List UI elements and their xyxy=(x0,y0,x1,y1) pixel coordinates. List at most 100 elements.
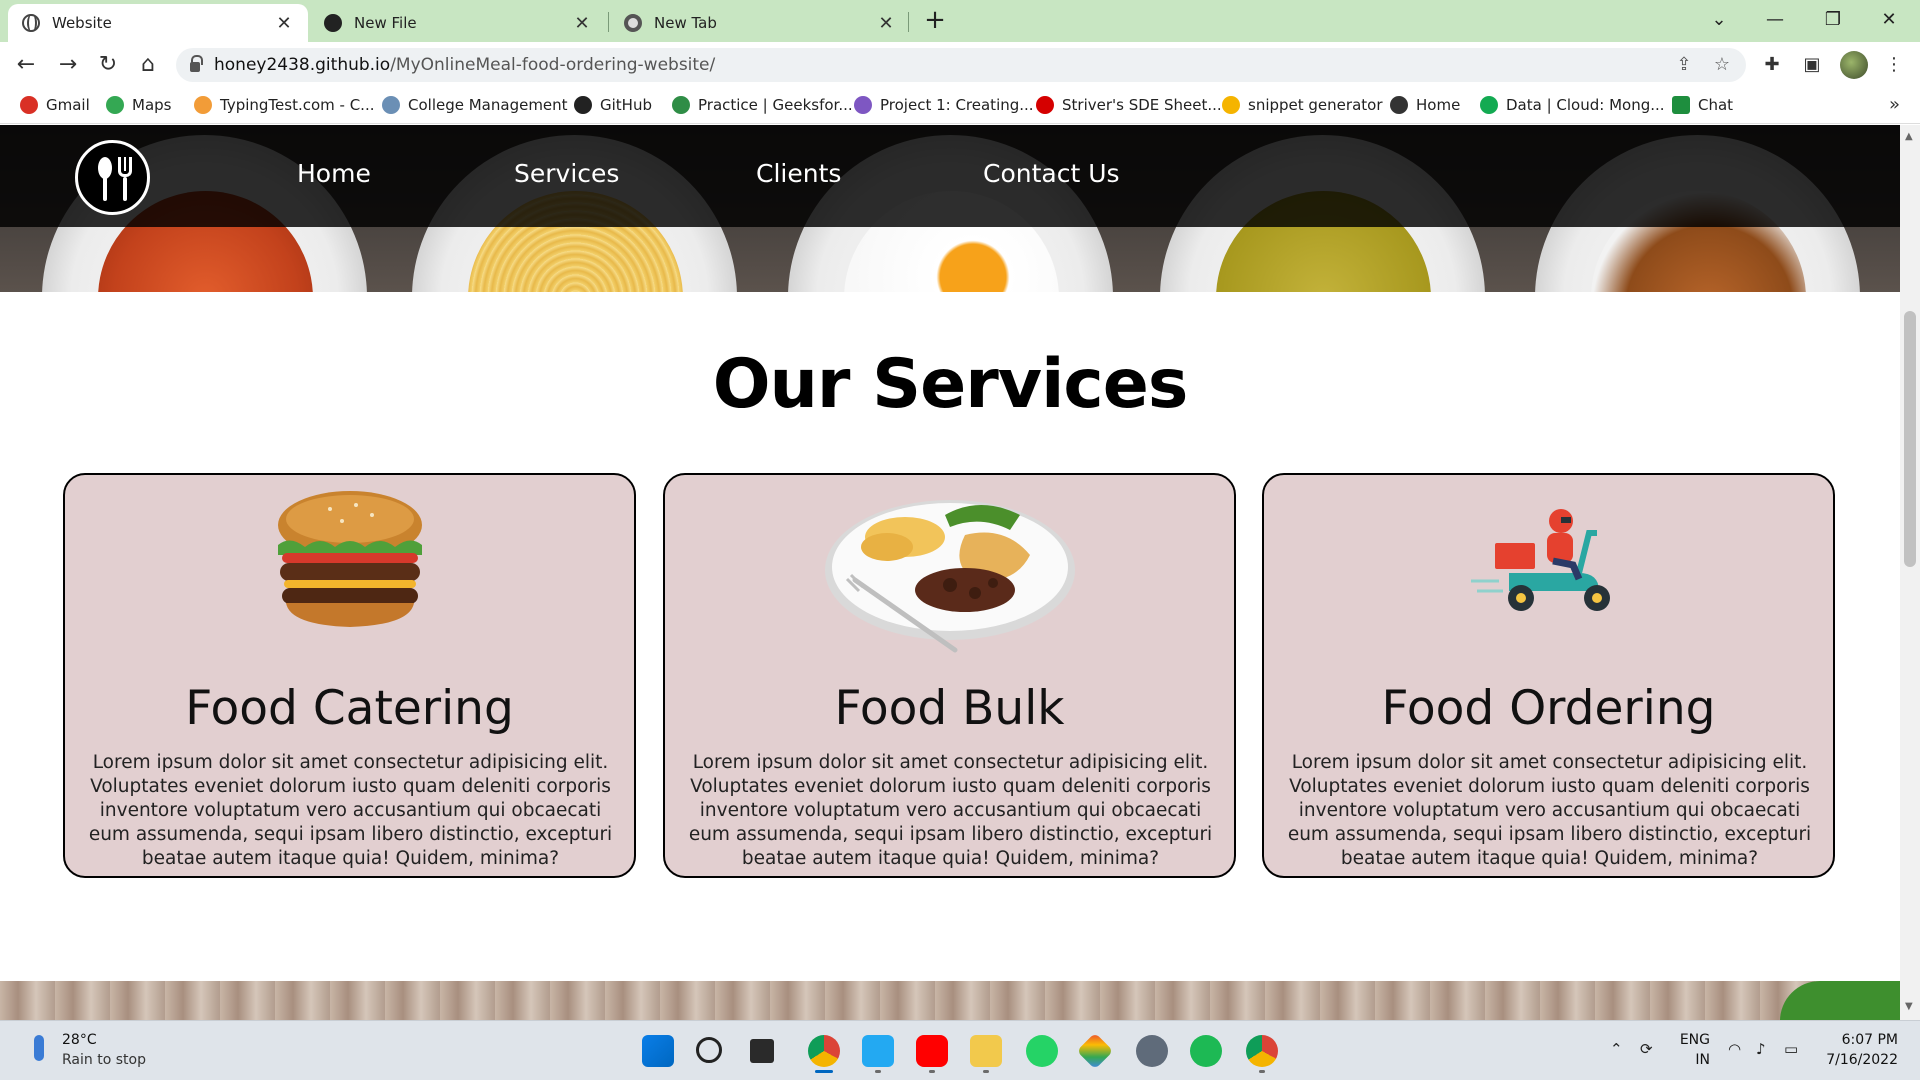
tab-label: New File xyxy=(354,14,417,32)
forward-arrow-icon[interactable]: → xyxy=(52,50,84,82)
bookmark-home[interactable]: Home xyxy=(1390,96,1460,114)
card-description: Lorem ipsum dolor sit amet consectetur a… xyxy=(88,752,613,869)
nav-link-clients[interactable]: Clients xyxy=(756,159,841,188)
whatsapp-icon[interactable] xyxy=(1026,1035,1058,1067)
globe-icon xyxy=(22,14,40,32)
bookmark-github[interactable]: GitHub xyxy=(574,96,652,114)
file-explorer-icon[interactable] xyxy=(970,1035,1002,1067)
tab-website[interactable]: Website ✕ xyxy=(8,4,308,42)
language-indicator[interactable]: ENG xyxy=(1676,1032,1710,1048)
menu-kebab-icon[interactable]: ⋮ xyxy=(1879,50,1909,80)
battery-icon[interactable]: ▭ xyxy=(1784,1040,1798,1058)
card-description: Lorem ipsum dolor sit amet consectetur a… xyxy=(688,752,1213,869)
task-view-icon[interactable] xyxy=(750,1039,774,1063)
bookmark-label: GitHub xyxy=(600,96,652,114)
wifi-icon[interactable]: ◠ xyxy=(1728,1040,1741,1058)
project-icon xyxy=(854,96,872,114)
bookmark-geeksforgeeks[interactable]: Practice | Geeksfor... xyxy=(672,96,853,114)
more-bookmarks-icon[interactable]: » xyxy=(1889,94,1900,115)
spoon-handle xyxy=(103,177,107,201)
nav-link-home[interactable]: Home xyxy=(297,159,371,188)
fork-icon xyxy=(118,157,132,177)
restore-button[interactable]: ❐ xyxy=(1810,4,1856,36)
card-title: Food Catering xyxy=(185,681,514,736)
new-tab-button[interactable]: + xyxy=(920,6,950,36)
language-line2: IN xyxy=(1695,1052,1710,1068)
weather-description[interactable]: Rain to stop xyxy=(62,1052,146,1068)
share-icon[interactable]: ⇪ xyxy=(1672,54,1696,78)
bookmark-snippet-generator[interactable]: snippet generator xyxy=(1222,96,1382,114)
bookmark-project[interactable]: Project 1: Creating... xyxy=(854,96,1034,114)
spotify-icon[interactable] xyxy=(1190,1035,1222,1067)
vscode-icon[interactable] xyxy=(862,1035,894,1067)
clock-date[interactable]: 7/16/2022 xyxy=(1810,1052,1898,1068)
github-icon xyxy=(324,14,342,32)
browser-toolbar: ← → ↻ ⌂ honey2438.github.io/MyOnlineMeal… xyxy=(0,42,1920,88)
mongodb-icon xyxy=(1480,96,1498,114)
nav-link-contact-us[interactable]: Contact Us xyxy=(983,159,1120,188)
windows-start-icon[interactable] xyxy=(642,1035,674,1067)
git-icon[interactable] xyxy=(1076,1032,1114,1070)
gmail-icon xyxy=(20,96,38,114)
bookmark-typingtest[interactable]: TypingTest.com - C... xyxy=(194,96,375,114)
scroll-up-arrow-icon[interactable]: ▲ xyxy=(1905,131,1913,142)
side-panel-icon[interactable]: ▣ xyxy=(1797,50,1827,80)
typingtest-icon xyxy=(194,96,212,114)
close-window-button[interactable]: ✕ xyxy=(1866,4,1912,36)
nav-link-services[interactable]: Services xyxy=(514,159,619,188)
site-navbar: Home Services Clients Contact Us xyxy=(0,125,1900,227)
chrome-icon[interactable] xyxy=(808,1035,840,1067)
url-text[interactable]: honey2438.github.io/MyOnlineMeal-food-or… xyxy=(214,55,715,75)
spoon-icon xyxy=(98,157,112,179)
extensions-icon[interactable]: ✚ xyxy=(1757,50,1787,80)
maps-icon xyxy=(106,96,124,114)
language-region[interactable]: IN xyxy=(1676,1052,1710,1068)
bookmark-mongodb[interactable]: Data | Cloud: Mong... xyxy=(1480,96,1665,114)
clock-time[interactable]: 6:07 PM xyxy=(1810,1032,1898,1048)
close-icon[interactable]: ✕ xyxy=(274,13,294,34)
reload-icon[interactable]: ↻ xyxy=(92,50,124,82)
tab-new-tab[interactable]: New Tab ✕ xyxy=(610,4,910,42)
scroll-thumb[interactable] xyxy=(1904,311,1916,567)
show-hidden-icons-chevron-icon[interactable]: ⌃ xyxy=(1610,1040,1623,1058)
home-icon[interactable]: ⌂ xyxy=(132,50,164,82)
close-icon[interactable]: ✕ xyxy=(876,13,896,34)
service-card-food-bulk: Food Bulk Lorem ipsum dolor sit amet con… xyxy=(663,473,1236,878)
scroll-down-arrow-icon[interactable]: ▼ xyxy=(1905,1001,1913,1012)
profile-avatar[interactable] xyxy=(1840,51,1868,79)
geeksforgeeks-icon xyxy=(672,96,690,114)
bookmark-chat[interactable]: Chat xyxy=(1672,96,1733,114)
tab-label: New Tab xyxy=(654,14,717,32)
settings-icon[interactable] xyxy=(1136,1035,1168,1067)
bookmark-maps[interactable]: Maps xyxy=(106,96,171,114)
lock-icon[interactable] xyxy=(190,55,203,72)
bookmark-college-management[interactable]: College Management xyxy=(382,96,568,114)
delivery-scooter-icon xyxy=(1469,503,1629,627)
search-icon[interactable] xyxy=(696,1037,722,1063)
address-bar[interactable]: honey2438.github.io/MyOnlineMeal-food-or… xyxy=(176,48,1746,82)
refresh-sync-icon[interactable]: ⟳ xyxy=(1640,1040,1653,1058)
app-indicator xyxy=(929,1070,935,1073)
youtube-icon[interactable] xyxy=(916,1035,948,1067)
chrome-profile-icon[interactable] xyxy=(1246,1035,1278,1067)
star-icon[interactable]: ☆ xyxy=(1710,54,1734,78)
close-icon[interactable]: ✕ xyxy=(572,13,592,34)
minimize-button[interactable]: — xyxy=(1752,4,1798,36)
bookmark-gmail[interactable]: Gmail xyxy=(20,96,90,114)
bookmark-label: snippet generator xyxy=(1248,96,1383,114)
bookmark-striver[interactable]: Striver's SDE Sheet... xyxy=(1036,96,1222,114)
bookmark-label: Gmail xyxy=(46,96,90,114)
back-arrow-icon[interactable]: ← xyxy=(10,50,42,82)
tab-search-icon[interactable]: ⌄ xyxy=(1696,4,1742,36)
page-scrollbar[interactable]: ▲ ▼ xyxy=(1900,125,1920,1020)
bookmark-label: Data | Cloud: Mong... xyxy=(1506,96,1665,114)
restaurant-logo-icon[interactable] xyxy=(75,140,150,215)
fork-handle xyxy=(123,177,127,201)
volume-icon[interactable]: ♪ xyxy=(1756,1040,1766,1058)
tab-label: Website xyxy=(52,14,112,32)
weather-icon[interactable] xyxy=(34,1035,44,1061)
weather-temperature[interactable]: 28°C xyxy=(62,1032,97,1048)
tab-new-file[interactable]: New File ✕ xyxy=(310,4,606,42)
link-icon xyxy=(382,96,400,114)
chat-icon xyxy=(1672,96,1690,114)
